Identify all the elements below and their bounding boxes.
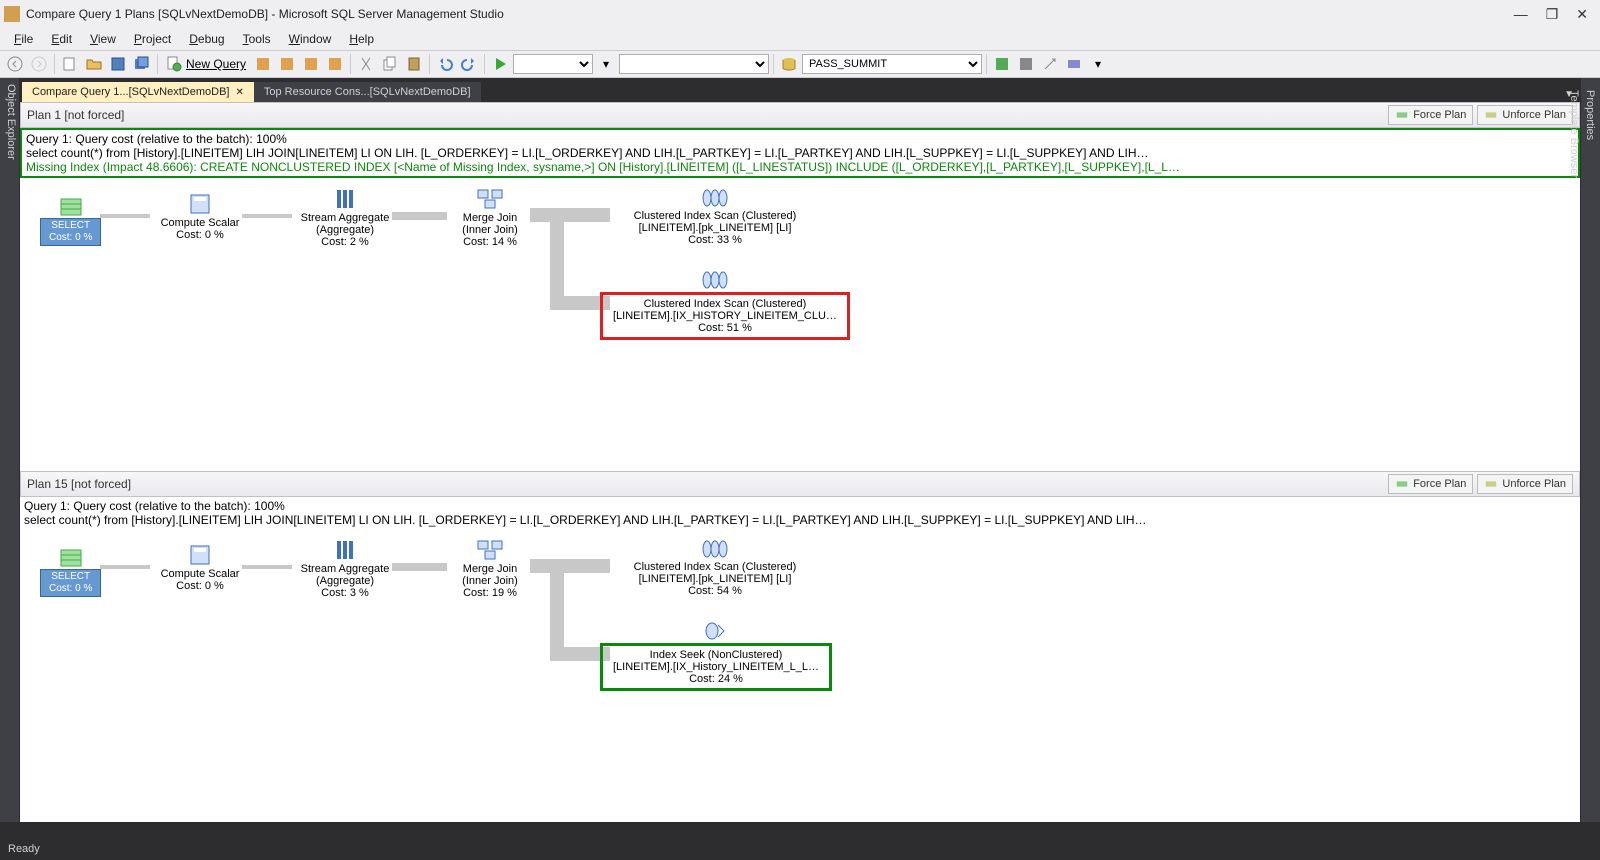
new-query-icon — [166, 56, 182, 72]
new-icon[interactable] — [59, 53, 81, 75]
compute-icon — [189, 193, 211, 215]
right-side-tabs: Properties Template Browser — [1580, 78, 1600, 822]
close-icon[interactable]: ✕ — [235, 87, 243, 98]
tool-icon-a[interactable] — [991, 53, 1013, 75]
nav-fwd-icon[interactable] — [28, 53, 50, 75]
op-index-seek[interactable]: Index Seek (NonClustered)[LINEITEM].[IX_… — [600, 621, 830, 691]
op-merge-join[interactable]: Merge Join(Inner Join)Cost: 14 % — [445, 188, 535, 248]
menubar: File Edit View Project Debug Tools Windo… — [0, 28, 1600, 50]
open-icon[interactable] — [83, 53, 105, 75]
op-compute-scalar-2[interactable]: Compute ScalarCost: 0 % — [150, 544, 250, 592]
op-clustered-scan-2[interactable]: Clustered Index Scan (Clustered)[LINEITE… — [600, 270, 830, 340]
combo-2[interactable] — [619, 54, 769, 74]
seek-icon — [704, 621, 726, 641]
op-merge-join-2[interactable]: Merge Join(Inner Join)Cost: 19 % — [445, 539, 535, 599]
table-icon — [60, 549, 82, 567]
tool-icon-e[interactable]: ▾ — [1087, 53, 1109, 75]
tab-top-resource[interactable]: Top Resource Cons...[SQLvNextDemoDB] — [254, 82, 481, 102]
merge-icon — [477, 539, 503, 561]
properties-tab[interactable]: Properties — [1582, 84, 1598, 816]
nav-back-icon[interactable] — [4, 53, 26, 75]
undo-icon[interactable] — [434, 53, 456, 75]
database-selector[interactable]: PASS_SUMMIT — [802, 54, 982, 74]
maximize-button[interactable]: ❐ — [1546, 7, 1559, 21]
paste-icon[interactable] — [403, 53, 425, 75]
plan15-force-button[interactable]: Force Plan — [1388, 474, 1473, 494]
plan1-unforce-button[interactable]: Unforce Plan — [1477, 105, 1573, 125]
menu-view[interactable]: View — [82, 30, 124, 48]
dropdown-icon[interactable]: ▾ — [595, 53, 617, 75]
tool-icon-2[interactable] — [276, 53, 298, 75]
tool-icon-3[interactable] — [300, 53, 322, 75]
document-tabs: Compare Query 1...[SQLvNextDemoDB]✕ Top … — [20, 78, 1580, 102]
op-stream-aggregate-2[interactable]: Stream Aggregate(Aggregate)Cost: 3 % — [290, 539, 400, 599]
table-icon — [60, 198, 82, 216]
tool-icon-d[interactable] — [1063, 53, 1085, 75]
saveall-icon[interactable] — [131, 53, 153, 75]
plan1-title: Plan 1 [not forced] — [27, 108, 1384, 122]
db-icon — [778, 53, 800, 75]
play-icon[interactable] — [489, 53, 511, 75]
op-stream-aggregate[interactable]: Stream Aggregate(Aggregate)Cost: 2 % — [290, 188, 400, 248]
menu-tools[interactable]: Tools — [235, 30, 279, 48]
op-compute-scalar[interactable]: Compute ScalarCost: 0 % — [150, 193, 250, 241]
menu-window[interactable]: Window — [281, 30, 340, 48]
titlebar: Compare Query 1 Plans [SQLvNextDemoDB] -… — [0, 0, 1600, 28]
tool-icon-1[interactable] — [252, 53, 274, 75]
copy-icon[interactable] — [379, 53, 401, 75]
window-title: Compare Query 1 Plans [SQLvNextDemoDB] -… — [26, 7, 1514, 21]
app-icon — [4, 6, 20, 22]
combo-1[interactable] — [513, 54, 593, 74]
scan-icon — [702, 270, 728, 290]
plan1-query-text: Query 1: Query cost (relative to the bat… — [20, 128, 1580, 178]
plan15-header: Plan 15 [not forced] Force Plan Unforce … — [20, 471, 1580, 497]
plan15-canvas[interactable]: SELECTCost: 0 % Compute ScalarCost: 0 % … — [20, 529, 1580, 822]
plan15-query-text: Query 1: Query cost (relative to the bat… — [20, 497, 1580, 529]
op-clustered-scan-1[interactable]: Clustered Index Scan (Clustered)[LINEITE… — [610, 188, 820, 246]
op-select-2[interactable]: SELECTCost: 0 % — [40, 549, 101, 597]
save-icon[interactable] — [107, 53, 129, 75]
aggregate-icon — [334, 539, 356, 561]
merge-icon — [477, 188, 503, 210]
toolbar: New Query ▾ PASS_SUMMIT ▾ — [0, 50, 1600, 78]
menu-edit[interactable]: Edit — [43, 30, 80, 48]
object-explorer-tab[interactable]: Object Explorer — [0, 78, 20, 822]
tab-compare-query[interactable]: Compare Query 1...[SQLvNextDemoDB]✕ — [22, 82, 254, 102]
plan1-canvas[interactable]: SELECTCost: 0 % Compute ScalarCost: 0 % … — [20, 178, 1580, 471]
aggregate-icon — [334, 188, 356, 210]
minimize-button[interactable]: — — [1514, 7, 1528, 21]
new-query-button[interactable]: New Query — [162, 56, 250, 72]
status-bar: Ready — [0, 838, 1600, 860]
cut-icon[interactable] — [355, 53, 377, 75]
scan-icon — [702, 188, 728, 208]
tool-icon-4[interactable] — [324, 53, 346, 75]
plan15-unforce-button[interactable]: Unforce Plan — [1477, 474, 1573, 494]
plan15-title: Plan 15 [not forced] — [27, 477, 1384, 491]
redo-icon[interactable] — [458, 53, 480, 75]
plan1-force-button[interactable]: Force Plan — [1388, 105, 1473, 125]
tool-icon-b[interactable] — [1015, 53, 1037, 75]
menu-debug[interactable]: Debug — [181, 30, 232, 48]
scan-icon — [702, 539, 728, 559]
op-clustered-scan-3[interactable]: Clustered Index Scan (Clustered)[LINEITE… — [610, 539, 820, 597]
menu-file[interactable]: File — [6, 30, 41, 48]
plan1-header: Plan 1 [not forced] Force Plan Unforce P… — [20, 102, 1580, 128]
menu-help[interactable]: Help — [341, 30, 382, 48]
menu-project[interactable]: Project — [126, 30, 179, 48]
close-button[interactable]: ✕ — [1576, 7, 1588, 21]
op-select[interactable]: SELECTCost: 0 % — [40, 198, 101, 246]
compute-icon — [189, 544, 211, 566]
tool-icon-c[interactable] — [1039, 53, 1061, 75]
